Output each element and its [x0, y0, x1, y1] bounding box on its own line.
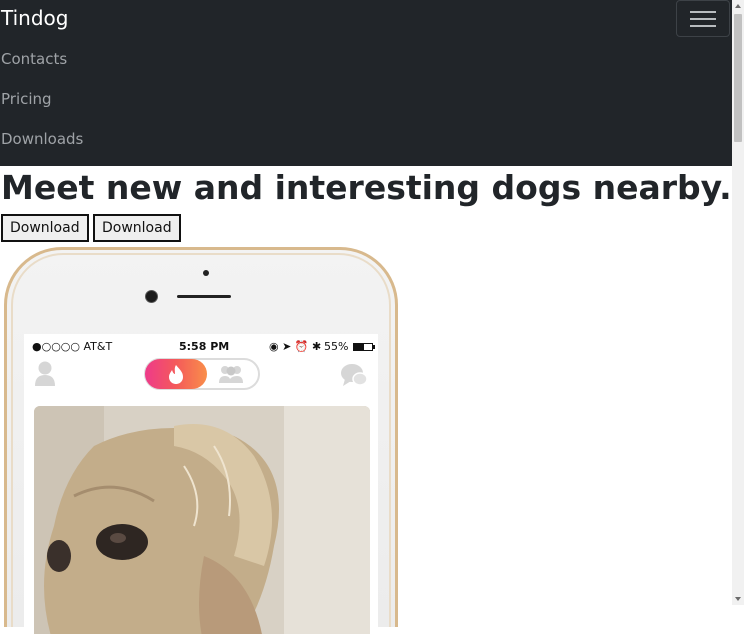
mode-toggle[interactable] — [144, 358, 260, 390]
hamburger-icon — [690, 11, 716, 13]
battery-level — [354, 344, 364, 350]
brand-link[interactable]: Tindog — [1, 6, 68, 30]
hamburger-icon-line — [690, 18, 716, 20]
nav-link-downloads[interactable]: Downloads — [1, 130, 83, 148]
chat-icon[interactable] — [340, 362, 368, 388]
dog-photo — [34, 406, 370, 634]
battery-icon — [353, 343, 373, 351]
navbar-toggler-button[interactable] — [676, 0, 730, 37]
scroll-thumb[interactable] — [734, 14, 742, 142]
hamburger-icon-line — [690, 25, 716, 27]
scroll-down-arrow-icon[interactable] — [735, 597, 741, 601]
flame-toggle-option[interactable] — [145, 359, 207, 389]
flame-icon — [169, 365, 183, 384]
download-button-2[interactable]: Download — [93, 214, 181, 242]
proximity-sensor — [203, 270, 209, 276]
scroll-up-arrow-icon[interactable] — [735, 4, 741, 8]
group-icon[interactable] — [216, 363, 246, 385]
nav-link-contacts[interactable]: Contacts — [1, 50, 67, 68]
navbar: Tindog Contacts Pricing Downloads — [0, 0, 732, 166]
phone-screen: ●○○○○ AT&T 5:58 PM ◉ ➤ ⏰ ✱ 55% — [24, 334, 378, 634]
profile-icon — [35, 361, 55, 386]
page-scrollbar[interactable] — [732, 0, 744, 605]
status-carrier: ●○○○○ AT&T — [32, 340, 113, 353]
status-icons: ◉ ➤ ⏰ ✱ — [269, 340, 322, 353]
dog-image — [34, 406, 370, 634]
front-camera-icon — [145, 290, 158, 303]
status-battery-percent: 55% — [324, 340, 349, 353]
battery-tip — [373, 345, 375, 349]
nav-link-pricing[interactable]: Pricing — [1, 90, 52, 108]
download-button-1[interactable]: Download — [1, 214, 89, 242]
earpiece-speaker — [177, 295, 231, 298]
iphone-mockup: ●○○○○ AT&T 5:58 PM ◉ ➤ ⏰ ✱ 55% — [4, 247, 398, 634]
hero-headline: Meet new and interesting dogs nearby. — [1, 168, 732, 207]
status-time: 5:58 PM — [179, 340, 230, 353]
